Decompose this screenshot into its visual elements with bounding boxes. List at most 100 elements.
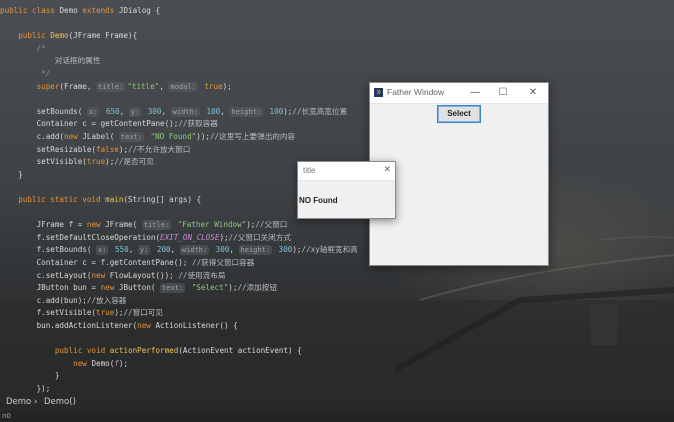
java-icon: [374, 88, 383, 97]
code-token: 对话框的属性: [0, 56, 101, 66]
code-line[interactable]: setVisible(true);//是否可见: [0, 155, 154, 169]
code-token: public class: [0, 6, 60, 15]
maximize-button[interactable]: ☐: [490, 84, 516, 102]
breadcrumb-class[interactable]: Demo: [6, 397, 31, 407]
code-token: JFrame(: [105, 220, 142, 230]
code-token: new: [86, 220, 106, 230]
code-token: //获取容器: [178, 119, 218, 129]
code-token: }: [0, 169, 23, 179]
code-line[interactable]: }: [0, 168, 23, 182]
code-token: Demo(: [91, 358, 115, 368]
code-token: );: [246, 220, 256, 230]
code-token: extends: [82, 6, 119, 15]
dialog-titlebar[interactable]: title ✕: [298, 162, 395, 181]
code-token: //父窗口: [255, 220, 288, 230]
select-button[interactable]: Select: [437, 105, 481, 123]
code-token: setBounds(: [0, 106, 87, 116]
code-token: 300: [274, 245, 293, 255]
code-token: "Father Window": [173, 220, 247, 230]
code-token: "Select": [187, 283, 229, 293]
code-token: //放入容器: [86, 295, 127, 305]
code-token: //是否可见: [114, 157, 154, 167]
code-token: );: [118, 358, 129, 368]
code-token: //长宽高宽位置: [292, 106, 348, 116]
code-token: */: [0, 69, 51, 78]
code-token: (ActionEvent actionEvent) {: [178, 346, 302, 356]
father-window[interactable]: Father Window — ☐ ✕ Select: [369, 82, 549, 266]
code-token: ,: [128, 245, 138, 255]
breadcrumb: Demo › Demo(): [0, 396, 674, 410]
dialog-window[interactable]: title ✕ NO Found: [297, 161, 396, 219]
code-token: actionPerformed: [109, 346, 179, 356]
code-token: 200: [152, 245, 171, 255]
code-token: JDialog {: [118, 6, 161, 15]
code-token: (JFrame Frame){: [68, 31, 138, 41]
code-token: c.add(: [0, 132, 65, 141]
code-token: JFrame f =: [0, 220, 87, 230]
parameter-hint: y:: [137, 245, 151, 256]
code-token: "NO Found": [145, 132, 197, 141]
code-token: Demo: [50, 31, 69, 41]
parameter-hint: width:: [179, 245, 210, 256]
code-token: //xy轴框宽和高: [301, 245, 358, 255]
code-token: setResizable(: [0, 144, 97, 154]
code-token: new: [91, 270, 110, 280]
code-token: f.setVisible(: [0, 308, 97, 318]
code-token: "title": [127, 81, 160, 91]
code-token: ,: [220, 106, 230, 116]
code-token: //窗口可见: [123, 308, 163, 318]
code-token: );: [222, 81, 232, 91]
code-token: (Frame,: [59, 81, 97, 91]
parameter-hint: width:: [170, 106, 200, 117]
dialog-message-label: NO Found: [299, 196, 338, 205]
code-token: Container c = f.getContentPane();: [0, 258, 193, 267]
code-token: );: [283, 106, 293, 116]
code-token: //这里写上要弹出的内容: [209, 132, 296, 141]
code-token: Container c = getContentPane();: [0, 119, 179, 129]
code-line[interactable]: bun.addActionListener(new ActionListener…: [0, 319, 238, 333]
dialog-close-button[interactable]: ✕: [383, 164, 391, 175]
code-token: main: [105, 195, 124, 204]
parameter-hint: x:: [86, 106, 100, 117]
parameter-hint: y:: [128, 106, 142, 117]
status-bar: n0: [0, 412, 674, 422]
code-token: 650: [101, 106, 120, 116]
code-token: ,: [161, 106, 171, 116]
code-token: new: [137, 321, 156, 330]
code-token: FlowLayout());: [109, 270, 179, 280]
code-token: JLabel(: [82, 132, 119, 141]
code-token: 100: [201, 106, 221, 116]
parameter-hint: title:: [141, 220, 172, 231]
code-token: //父窗口关闭方式: [228, 232, 291, 242]
code-token: 550: [110, 245, 129, 255]
code-token: ,: [119, 106, 129, 116]
code-token: //获得父窗口容器: [192, 258, 255, 267]
code-token: }: [0, 371, 60, 381]
parameter-hint: modal:: [168, 81, 198, 92]
father-window-titlebar[interactable]: Father Window — ☐ ✕: [370, 83, 548, 104]
code-token: ,: [229, 245, 239, 255]
code-token: true: [96, 308, 115, 318]
code-token: true: [86, 157, 106, 167]
code-token: ));: [196, 132, 210, 141]
code-token: f.setBounds(: [0, 245, 97, 255]
code-line[interactable]: public class Demo extends JDialog {: [0, 4, 160, 18]
breadcrumb-method[interactable]: Demo(): [44, 397, 76, 407]
code-line[interactable]: super(Frame, title: "title", modal: true)…: [0, 80, 232, 94]
code-token: //添加按钮: [237, 283, 277, 293]
code-line[interactable]: });: [0, 382, 51, 396]
parameter-hint: text:: [160, 283, 186, 294]
code-token: 300: [143, 106, 162, 116]
code-token: public: [0, 31, 51, 41]
code-line[interactable]: public static void main(String[] args) {: [0, 193, 201, 207]
close-button[interactable]: ✕: [520, 84, 546, 102]
parameter-hint: text:: [118, 132, 144, 142]
code-token: setVisible(: [0, 157, 87, 167]
minimize-button[interactable]: —: [462, 84, 488, 102]
status-position: n0: [2, 412, 11, 420]
code-token: super: [0, 81, 60, 91]
code-token: /*: [0, 43, 46, 53]
code-token: true: [199, 81, 223, 91]
code-token: );: [105, 157, 115, 167]
code-token: });: [0, 384, 51, 393]
